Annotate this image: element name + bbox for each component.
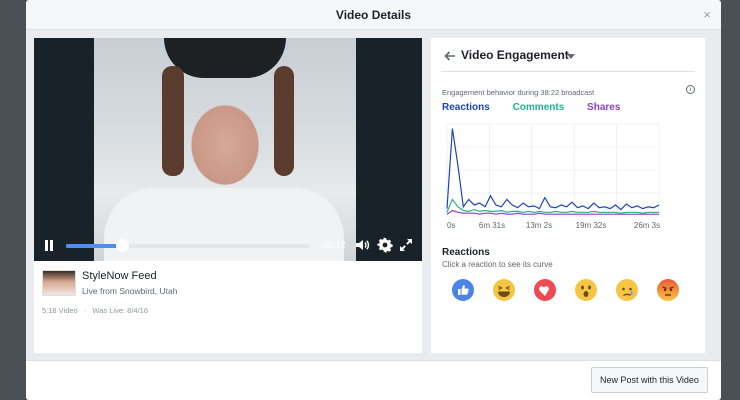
reactions-subtitle: Click a reaction to see its curve xyxy=(442,260,553,269)
sad-reaction-icon[interactable] xyxy=(615,278,639,302)
engagement-panel: Video Engagement Engagement behavior dur… xyxy=(431,38,705,353)
video-player[interactable]: -00:12 xyxy=(34,38,422,261)
modal-title: Video Details xyxy=(335,8,412,22)
back-arrow-icon[interactable] xyxy=(443,49,457,63)
haha-reaction-icon[interactable] xyxy=(492,278,516,302)
x-tick-label: 19m 32s xyxy=(576,221,607,230)
legend-reactions[interactable]: Reactions xyxy=(442,102,490,113)
angry-reaction-icon[interactable] xyxy=(656,278,680,302)
post-info: StyleNow Feed Live from Snowbird, Utah xyxy=(42,268,412,308)
wow-reaction-icon[interactable] xyxy=(574,278,598,302)
divider xyxy=(441,71,695,72)
settings-gear-icon[interactable] xyxy=(377,237,393,253)
info-icon[interactable]: i xyxy=(686,85,695,94)
legend-shares[interactable]: Shares xyxy=(587,102,620,113)
x-tick-label: 6m 31s xyxy=(479,221,505,230)
x-tick-label: 26m 3s xyxy=(634,221,660,230)
post-meta: 5:18 Video · Was Live: 8/4/16 xyxy=(42,306,152,315)
progress-fill xyxy=(66,244,123,248)
video-duration: 5:18 Video xyxy=(42,306,78,315)
engagement-description: Engagement behavior during 38:22 broadca… xyxy=(442,88,595,97)
engagement-chart: 0s 6m 31s 13m 2s 19m 32s 26m 3s xyxy=(446,123,660,230)
page-name-link[interactable]: StyleNow Feed xyxy=(82,270,157,282)
post-location: Live from Snowbird, Utah xyxy=(82,286,178,296)
chevron-down-icon[interactable] xyxy=(567,54,575,59)
close-icon[interactable]: × xyxy=(703,8,711,21)
x-tick-label: 0s xyxy=(447,221,455,230)
volume-icon[interactable] xyxy=(354,237,370,253)
player-controls: -00:12 xyxy=(34,234,422,256)
fullscreen-icon[interactable] xyxy=(398,237,414,253)
modal-footer: New Post with this Video xyxy=(26,360,721,400)
love-reaction-icon[interactable] xyxy=(533,278,557,302)
pause-icon[interactable] xyxy=(44,240,54,251)
video-content-hair-left xyxy=(162,66,184,176)
video-details-modal: Video Details × -00:12 StyleNow Feed Liv… xyxy=(26,0,721,400)
series-line-comments xyxy=(446,198,659,214)
video-frame[interactable] xyxy=(94,38,356,261)
x-tick-label: 13m 2s xyxy=(526,221,552,230)
legend-comments[interactable]: Comments xyxy=(513,102,565,113)
new-post-with-video-button[interactable]: New Post with this Video xyxy=(591,367,708,393)
modal-header: Video Details × xyxy=(26,0,721,30)
engagement-title[interactable]: Video Engagement xyxy=(461,48,569,62)
series-line-reactions xyxy=(446,128,660,211)
video-card: -00:12 StyleNow Feed Live from Snowbird,… xyxy=(34,38,422,353)
time-remaining: -00:12 xyxy=(320,240,346,250)
video-content-hair-right xyxy=(274,66,294,176)
reactions-title: Reactions xyxy=(442,247,490,258)
progress-bar[interactable] xyxy=(66,239,310,252)
was-live-date: Was Live: 8/4/16 xyxy=(92,306,149,315)
page-avatar[interactable] xyxy=(42,270,76,296)
like-reaction-icon[interactable] xyxy=(451,278,475,302)
chart-legend: Reactions Comments Shares xyxy=(442,102,640,113)
meta-separator: · xyxy=(83,306,87,315)
modal-body: -00:12 StyleNow Feed Live from Snowbird,… xyxy=(26,30,721,360)
progress-handle[interactable] xyxy=(116,239,130,252)
